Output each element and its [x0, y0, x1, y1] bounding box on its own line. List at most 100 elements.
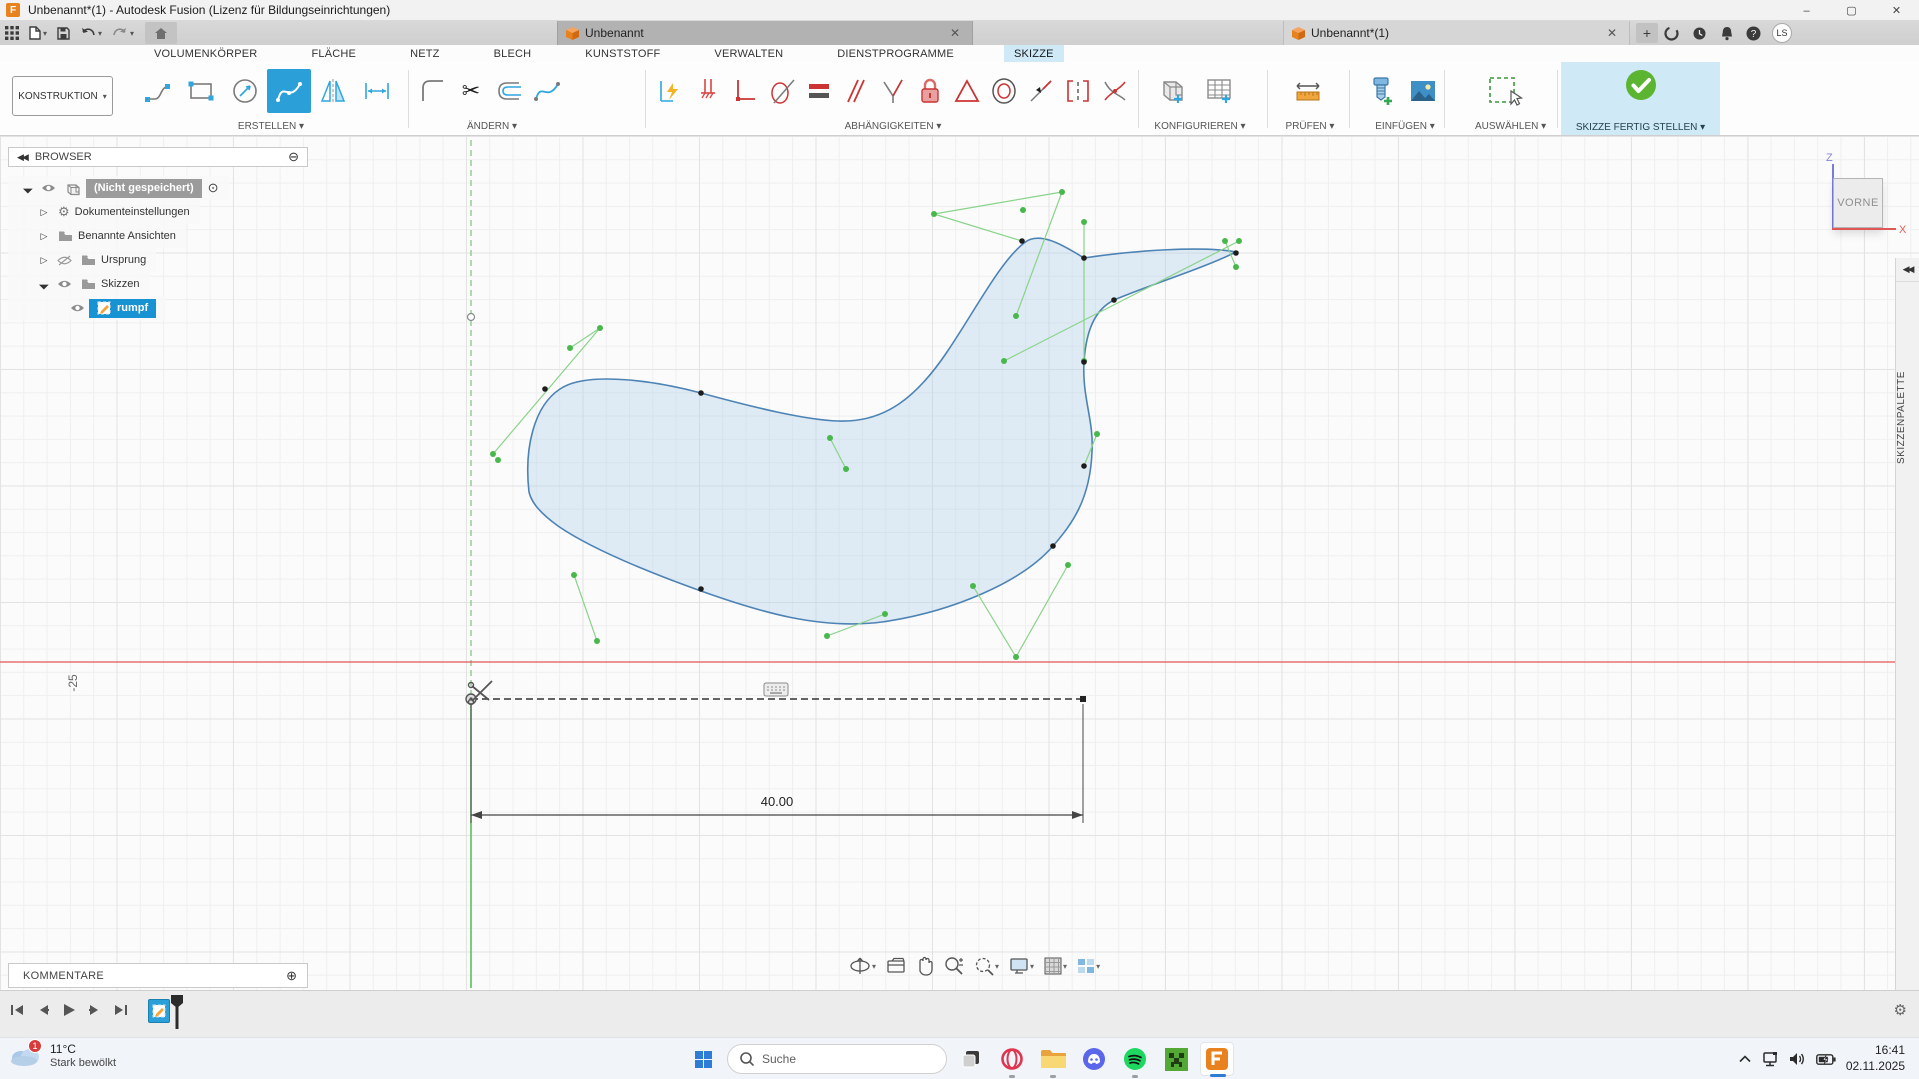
visibility-eye-icon[interactable] — [41, 183, 56, 193]
symmetry-constraint-icon[interactable] — [1060, 69, 1097, 113]
document-tab-unbenannt-1[interactable]: Unbenannt*(1) ✕ — [1283, 21, 1630, 45]
line-tool-icon[interactable] — [135, 69, 179, 113]
dimension-value[interactable]: 40.00 — [761, 794, 794, 809]
look-at-icon[interactable] — [883, 952, 909, 980]
history-clock-icon[interactable] — [1688, 23, 1710, 43]
viewports-icon[interactable]: ▾ — [1074, 952, 1103, 980]
finish-sketch-button[interactable]: SKIZZE FERTIG STELLEN ▾ — [1561, 62, 1720, 135]
tree-row-sketch-rumpf[interactable]: rumpf — [8, 296, 166, 320]
tree-row-label[interactable]: Benannte Ansichten — [78, 230, 176, 242]
parallel-constraint-icon[interactable] — [837, 69, 874, 113]
task-view-icon[interactable] — [954, 1042, 988, 1076]
visibility-eye-off-icon[interactable] — [57, 255, 72, 266]
account-avatar[interactable]: LS — [1772, 23, 1792, 43]
redo-caret[interactable]: ▾ — [130, 29, 134, 38]
maximize-button[interactable]: ▢ — [1829, 0, 1874, 21]
ribbon-tab-netz[interactable]: NETZ — [406, 45, 444, 62]
zoom-fit-caret[interactable]: ▾ — [995, 962, 999, 971]
group-label-erstellen[interactable]: ERSTELLEN ▾ — [135, 121, 407, 132]
volume-icon[interactable] — [1789, 1052, 1806, 1066]
insert-fastener-icon[interactable] — [1360, 69, 1402, 113]
group-label-auswaehlen[interactable]: AUSWÄHLEN ▾ — [1475, 121, 1535, 132]
tree-row-label[interactable]: Ursprung — [101, 254, 146, 266]
minecraft-icon[interactable] — [1159, 1042, 1193, 1076]
new-document-tab-button[interactable]: + — [1636, 23, 1658, 43]
rectangle-tool-icon[interactable] — [179, 69, 223, 113]
app-grid-icon[interactable] — [0, 22, 24, 44]
select-tool-icon[interactable] — [1475, 69, 1535, 113]
tree-row-document-settings[interactable]: ▷ ⚙ Dokumenteinstellungen — [8, 200, 200, 224]
timeline-step-back-icon[interactable] — [34, 999, 52, 1021]
help-icon[interactable]: ? — [1742, 23, 1764, 43]
curvature-constraint-icon[interactable] — [1097, 69, 1134, 113]
collapse-browser-icon[interactable]: ◀◀ — [17, 152, 27, 163]
edit-spline-tool-icon[interactable] — [528, 69, 566, 113]
visibility-eye-icon[interactable] — [70, 303, 85, 313]
browser-minimize-icon[interactable]: ⊖ — [288, 149, 299, 165]
concentric-constraint-icon[interactable] — [986, 69, 1023, 113]
ribbon-tab-flaeche[interactable]: FLÄCHE — [307, 45, 360, 62]
close-button[interactable]: ✕ — [1874, 0, 1919, 21]
trim-scissors-icon[interactable]: ✂ — [452, 69, 490, 113]
tree-row-sketches[interactable]: ◢ Skizzen — [8, 272, 150, 296]
close-tab-icon[interactable]: ✕ — [946, 26, 964, 40]
ribbon-tab-dienstprogramme[interactable]: DIENSTPROGRAMME — [833, 45, 958, 62]
tree-row-label[interactable]: (Nicht gespeichert) — [86, 179, 202, 198]
file-explorer-icon[interactable] — [1036, 1042, 1070, 1076]
ribbon-tab-verwalten[interactable]: VERWALTEN — [710, 45, 787, 62]
display-settings-caret[interactable]: ▾ — [1030, 962, 1034, 971]
fillet-tool-icon[interactable] — [414, 69, 452, 113]
tree-row-named-views[interactable]: ▷ Benannte Ansichten — [8, 224, 186, 248]
tangent-constraint-icon[interactable] — [763, 69, 800, 113]
save-icon[interactable] — [52, 22, 75, 44]
timeline-step-forward-icon[interactable] — [86, 999, 104, 1021]
timeline-sketch-feature[interactable] — [148, 999, 170, 1023]
group-label-pruefen[interactable]: PRÜFEN ▾ — [1285, 121, 1335, 132]
discord-icon[interactable] — [1077, 1042, 1111, 1076]
expand-icon[interactable]: ◢ — [36, 276, 52, 292]
orbit-tool-icon[interactable]: ▾ — [846, 952, 879, 980]
browser-header[interactable]: ◀◀ BROWSER ⊖ — [8, 147, 308, 167]
ribbon-tab-kunststoff[interactable]: KUNSTSTOFF — [581, 45, 664, 62]
add-comment-icon[interactable]: ⊕ — [286, 968, 297, 984]
spline-tool-icon-active[interactable] — [267, 69, 311, 113]
offset-tool-icon[interactable] — [490, 69, 528, 113]
undo-icon[interactable]: ▾ — [75, 22, 107, 44]
spotify-icon[interactable] — [1118, 1042, 1152, 1076]
minimize-button[interactable]: – — [1784, 0, 1829, 21]
document-tab-unbenannt[interactable]: Unbenannt ✕ — [557, 21, 973, 45]
tree-row-origin[interactable]: ▷ Ursprung — [8, 248, 156, 272]
midpoint-constraint-icon[interactable] — [1023, 69, 1060, 113]
undo-caret[interactable]: ▾ — [98, 29, 102, 38]
zoom-fit-icon[interactable]: ▾ — [971, 952, 1002, 980]
battery-icon[interactable] — [1816, 1054, 1836, 1065]
job-status-icon[interactable] — [1660, 23, 1682, 43]
insert-image-icon[interactable] — [1402, 69, 1444, 113]
viewports-caret[interactable]: ▾ — [1096, 962, 1100, 971]
sketch-canvas[interactable]: -2540.00 ◀◀ BROWSER ⊖ ◢ (Nicht gespeiche… — [0, 136, 1919, 990]
ribbon-tab-skizze[interactable]: SKIZZE — [1004, 45, 1064, 62]
tree-row-label[interactable]: Dokumenteinstellungen — [75, 206, 190, 218]
perpendicular-constraint-icon[interactable] — [874, 69, 911, 113]
measure-tool-icon[interactable] — [1285, 69, 1331, 113]
auto-dimension-icon[interactable] — [652, 69, 689, 113]
viewcube[interactable]: Z VORNE X — [1815, 150, 1915, 260]
polygon-constraint-icon[interactable] — [949, 69, 986, 113]
start-button[interactable] — [686, 1042, 720, 1076]
timeline-go-start-icon[interactable] — [8, 999, 26, 1021]
selected-sketch-chip[interactable]: rumpf — [89, 299, 156, 318]
close-tab-icon[interactable]: ✕ — [1603, 26, 1621, 40]
konstruktion-dropdown[interactable]: KONSTRUKTION ▾ — [12, 76, 113, 116]
expand-icon[interactable]: ▷ — [38, 255, 50, 266]
orbit-caret[interactable]: ▾ — [872, 962, 876, 971]
equal-constraint-icon[interactable] — [800, 69, 837, 113]
tray-expand-chevron-icon[interactable] — [1739, 1055, 1751, 1063]
mirror-tool-icon[interactable] — [311, 69, 355, 113]
group-label-aendern[interactable]: ÄNDERN ▾ — [414, 121, 570, 132]
zoom-tool-icon[interactable] — [941, 952, 967, 980]
expand-icon[interactable]: ▷ — [38, 207, 50, 218]
opera-gx-icon[interactable] — [995, 1042, 1029, 1076]
configure-solid-icon[interactable] — [1150, 69, 1196, 113]
notifications-bell-icon[interactable] — [1716, 23, 1738, 43]
circle-tool-icon[interactable] — [223, 69, 267, 113]
